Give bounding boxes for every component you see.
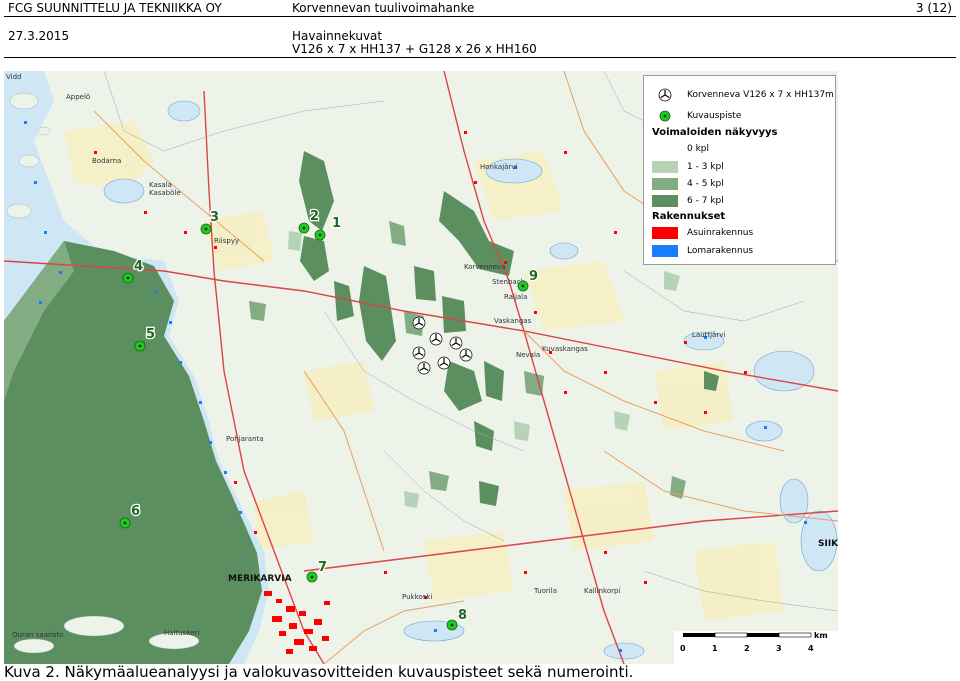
legend-vis-0: 0 kpl (652, 142, 709, 156)
legend-bld-0: Asuinrakennus (652, 226, 753, 240)
turbine-icon (459, 348, 473, 362)
place-riispyy: Riispyy (214, 237, 239, 245)
place-nevala: Nevala (516, 351, 540, 359)
viewpoint-label-5: 5 (146, 327, 155, 342)
turbine-icon (449, 336, 463, 350)
legend-vis-3: 6 - 7 kpl (652, 194, 724, 208)
viewpoint-icon-dot (521, 284, 525, 288)
viewpoint-icon-dot (310, 575, 314, 579)
viewpoint-label-2: 2 (310, 209, 319, 224)
legend-vis-0-label: 0 kpl (687, 144, 710, 154)
page-number: 3 (12) (915, 1, 952, 15)
legend-vis-3-swatch (652, 195, 678, 207)
section-title: Havainnekuvat (292, 29, 383, 43)
legend-bld-1-swatch (652, 245, 678, 257)
project-name: Korvennevan tuulivoimahanke (292, 1, 475, 15)
configuration-text: V126 x 7 x HH137 + G128 x 26 x HH160 (292, 42, 537, 56)
place-kallinkorpi: Kallinkorpi (584, 587, 620, 595)
turbine-icon (437, 356, 451, 370)
viewpoint-label-4: 4 (134, 259, 143, 274)
place-vaskangas: Vaskangas (494, 317, 532, 325)
legend-turbine: Korvenneva V126 x 7 x HH137m (652, 88, 834, 102)
place-haltuskeri: Haltuskeri (164, 629, 199, 637)
legend-bld-0-swatch (652, 227, 678, 239)
scale-unit: km (814, 631, 828, 640)
legend-vis-1-swatch (652, 161, 678, 173)
viewpoint-icon-dot (204, 227, 208, 231)
viewpoint-icon-dot (123, 521, 127, 525)
place-korvenneva: Korvenneva (464, 263, 505, 271)
viewpoint-icon-dot (318, 233, 322, 237)
viewpoint-label-3: 3 (210, 210, 219, 225)
turbine-icon (412, 316, 426, 330)
viewpoint-icon (659, 110, 671, 122)
legend-bld-0-label: Asuinrakennus (687, 228, 754, 238)
company-name: FCG SUUNNITTELU JA TEKNIIKKA OY (8, 1, 222, 15)
place-bodarna: Bodarna (92, 157, 121, 165)
viewpoint-label-8: 8 (458, 608, 467, 623)
viewpoint-label-1: 1 (332, 216, 341, 231)
legend-visibility-title: Voimaloiden näkyvyys (652, 127, 778, 138)
viewpoint-icon-dot (126, 276, 130, 280)
legend-vis-2-label: 4 - 5 kpl (687, 179, 724, 189)
place-kasala: Kasala (149, 181, 172, 189)
legend-turbine-label: Korvenneva V126 x 7 x HH137m (687, 90, 834, 100)
place-pohjaranta: Pohjaranta (226, 435, 264, 443)
legend-viewpoint-label: Kuvauspiste (687, 111, 742, 121)
legend-vis-3-label: 6 - 7 kpl (687, 196, 724, 206)
legend-vis-2-swatch (652, 178, 678, 190)
legend-vis-1: 1 - 3 kpl (652, 160, 724, 174)
scale-tick-2: 2 (744, 644, 750, 653)
place-raijala: Raijala (504, 293, 527, 301)
legend-vis-0-swatch (652, 143, 678, 155)
scale-tick-1: 1 (712, 644, 718, 653)
scale-segment-2 (714, 632, 748, 638)
viewpoint-label-7: 7 (318, 560, 327, 575)
document-date: 27.3.2015 (8, 29, 70, 43)
place-pukkoski: Pukkoski (402, 593, 432, 601)
figure-caption: Kuva 2. Näkymäalueanalyysi ja valokuvaso… (4, 663, 634, 681)
viewpoint-icon-dot (450, 623, 454, 627)
legend-bld-1-label: Lomarakennus (687, 246, 754, 256)
place-siik: SIIK (818, 539, 838, 549)
scale-bar: km 0 1 2 3 4 (674, 631, 838, 664)
viewpoint-label-9: 9 (529, 269, 538, 284)
place-kasabole: Kasaböle (149, 189, 181, 197)
header-divider-top (4, 16, 956, 17)
scale-tick-4: 4 (808, 644, 814, 653)
place-merikarvia: MERIKARVIA (228, 574, 292, 584)
place-tuorila: Tuorila (533, 587, 557, 595)
map-legend: Korvenneva V126 x 7 x HH137m Kuvauspiste… (643, 75, 836, 265)
turbine-icon (417, 361, 431, 375)
legend-buildings-title: Rakennukset (652, 211, 726, 222)
legend-viewpoint: Kuvauspiste (652, 109, 741, 123)
viewpoint-icon-dot (138, 344, 142, 348)
scale-segment-3 (747, 633, 779, 637)
place-honkajarvi: Honkajärvi (480, 163, 517, 171)
place-ouran: Ouran saaristo (12, 631, 64, 639)
legend-vis-1-label: 1 - 3 kpl (687, 162, 724, 172)
viewpoint-icon-dot (302, 226, 306, 230)
viewpoint-label-6: 6 (131, 504, 140, 519)
turbine-icon (412, 346, 426, 360)
scale-tick-3: 3 (776, 644, 782, 653)
place-vidd: Vidd (6, 73, 21, 81)
place-appelo: Appelö (66, 93, 90, 101)
scale-segment-1 (683, 633, 715, 637)
scale-segment-4 (778, 632, 812, 638)
header-divider-bottom (4, 57, 956, 58)
scale-tick-0: 0 (680, 644, 686, 653)
place-kuvaskangas: Kuvaskangas (542, 345, 588, 353)
legend-bld-1: Lomarakennus (652, 244, 753, 258)
place-lauttjarvi: Lauttjärvi (692, 331, 725, 339)
turbine-icon (658, 88, 672, 102)
legend-vis-2: 4 - 5 kpl (652, 177, 724, 191)
turbine-icon (429, 332, 443, 346)
